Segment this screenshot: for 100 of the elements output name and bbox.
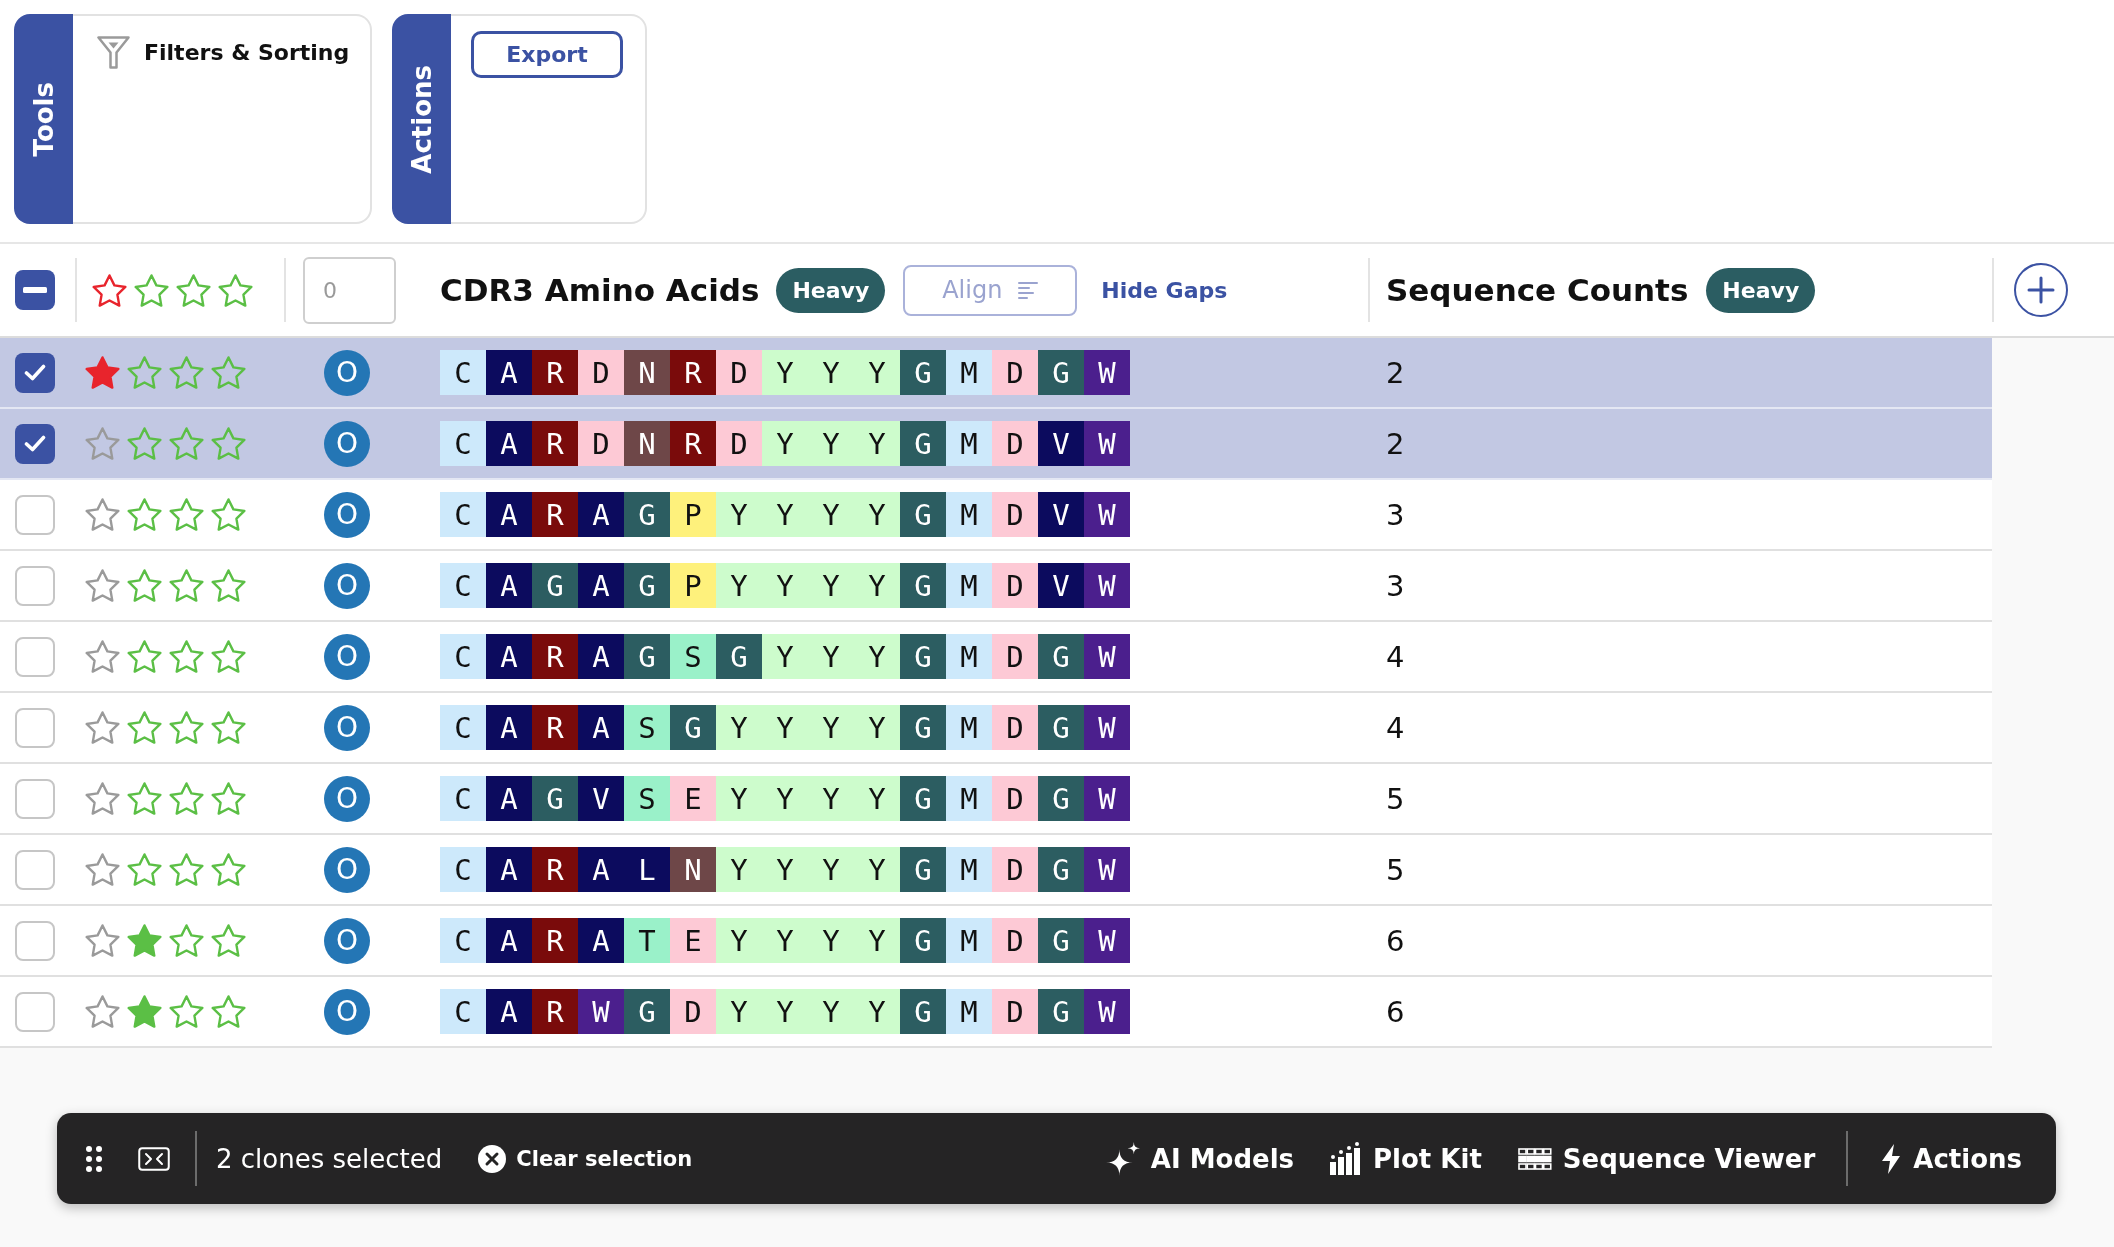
star-icon[interactable] — [92, 273, 127, 307]
toolbar-button[interactable]: Actions — [1880, 1142, 2022, 1175]
toolbar-button[interactable]: AI Models — [1105, 1141, 1295, 1176]
star-rating[interactable] — [127, 924, 246, 957]
star-icon[interactable] — [211, 498, 246, 531]
row-checkbox[interactable] — [15, 920, 55, 961]
star-icon[interactable] — [169, 995, 204, 1028]
amino-acid: A — [486, 563, 532, 608]
amino-acid: E — [670, 918, 716, 963]
sequence-count: 6 — [1386, 994, 1405, 1029]
amino-acid: S — [624, 705, 670, 750]
row-checkbox[interactable] — [15, 778, 55, 819]
star-icon[interactable] — [85, 356, 120, 389]
star-icon[interactable] — [211, 427, 246, 460]
side-tab[interactable]: Tools — [14, 14, 73, 224]
amino-acid: Y — [762, 918, 808, 963]
star-icon[interactable] — [127, 356, 162, 389]
star-icon[interactable] — [127, 427, 162, 460]
star-rating[interactable] — [127, 782, 246, 815]
star-icon[interactable] — [134, 273, 169, 307]
star-icon[interactable] — [85, 924, 120, 957]
amino-acid: G — [624, 563, 670, 608]
row-checkbox[interactable] — [15, 423, 55, 464]
star-rating[interactable] — [127, 995, 246, 1028]
amino-acid: S — [670, 634, 716, 679]
star-icon[interactable] — [169, 356, 204, 389]
row-checkbox[interactable] — [15, 352, 55, 393]
star-icon[interactable] — [85, 995, 120, 1028]
sequence-count: 5 — [1386, 852, 1405, 887]
row-checkbox[interactable] — [15, 636, 55, 677]
star-icon[interactable] — [211, 640, 246, 673]
amino-acid: G — [900, 421, 946, 466]
row-checkbox[interactable] — [15, 849, 55, 890]
star-icon[interactable] — [169, 569, 204, 602]
number-field[interactable]: 0 — [303, 256, 396, 324]
star-icon[interactable] — [127, 995, 162, 1028]
filters-button[interactable]: Filters & Sorting — [97, 36, 350, 69]
amino-acid: A — [486, 350, 532, 395]
amino-acid: W — [1084, 563, 1130, 608]
star-rating[interactable] — [127, 498, 246, 531]
star-icon[interactable] — [211, 995, 246, 1028]
amino-acid: T — [624, 918, 670, 963]
star-icon[interactable] — [169, 782, 204, 815]
amino-acid: R — [532, 634, 578, 679]
star-rating[interactable] — [127, 853, 246, 886]
chevrons-in-box-icon[interactable] — [138, 1146, 170, 1171]
row-checkbox[interactable] — [15, 565, 55, 606]
export-button[interactable]: Export — [471, 31, 623, 78]
star-icon[interactable] — [127, 924, 162, 957]
grip-icon[interactable] — [86, 1145, 102, 1172]
star-rating[interactable] — [127, 427, 246, 460]
star-icon[interactable] — [169, 498, 204, 531]
amino-acid: G — [900, 989, 946, 1034]
star-icon[interactable] — [85, 782, 120, 815]
star-icon[interactable] — [211, 711, 246, 744]
amino-acid: Y — [716, 705, 762, 750]
row-checkbox[interactable] — [15, 991, 55, 1032]
amino-acid: A — [486, 847, 532, 892]
star-icon[interactable] — [169, 711, 204, 744]
row-checkbox[interactable] — [15, 707, 55, 748]
hide-gaps-link[interactable]: Hide Gaps — [1101, 277, 1228, 303]
amino-acid: R — [532, 989, 578, 1034]
star-icon[interactable] — [169, 924, 204, 957]
select-all-checkbox[interactable] — [15, 270, 55, 310]
amino-acid: M — [946, 563, 992, 608]
star-icon[interactable] — [85, 711, 120, 744]
column-title: Sequence Counts — [1386, 272, 1689, 308]
star-icon[interactable] — [127, 569, 162, 602]
star-icon[interactable] — [127, 498, 162, 531]
star-icon[interactable] — [211, 924, 246, 957]
add-column-button[interactable] — [2014, 263, 2068, 317]
star-rating[interactable] — [127, 356, 246, 389]
amino-acid: R — [532, 421, 578, 466]
star-icon[interactable] — [127, 711, 162, 744]
star-icon[interactable] — [127, 853, 162, 886]
star-icon[interactable] — [127, 640, 162, 673]
star-icon[interactable] — [85, 569, 120, 602]
star-icon[interactable] — [85, 427, 120, 460]
star-icon[interactable] — [211, 853, 246, 886]
star-icon[interactable] — [218, 273, 253, 307]
star-icon[interactable] — [85, 853, 120, 886]
star-icon[interactable] — [176, 273, 211, 307]
side-tab[interactable]: Actions — [392, 14, 451, 224]
toolbar-button[interactable]: Plot Kit — [1329, 1142, 1482, 1175]
star-rating[interactable] — [127, 569, 246, 602]
star-icon[interactable] — [169, 853, 204, 886]
star-icon[interactable] — [127, 782, 162, 815]
star-icon[interactable] — [211, 356, 246, 389]
toolbar-button[interactable]: Sequence Viewer — [1517, 1143, 1816, 1174]
star-icon[interactable] — [85, 640, 120, 673]
row-checkbox[interactable] — [15, 494, 55, 535]
text-lines-icon — [1018, 281, 1039, 299]
star-icon[interactable] — [211, 569, 246, 602]
star-icon[interactable] — [211, 782, 246, 815]
star-icon[interactable] — [85, 498, 120, 531]
clear-selection-button[interactable]: Clear selection — [478, 1144, 693, 1173]
star-rating[interactable] — [127, 711, 246, 744]
star-icon[interactable] — [169, 427, 204, 460]
star-icon[interactable] — [169, 640, 204, 673]
star-rating[interactable] — [127, 640, 246, 673]
